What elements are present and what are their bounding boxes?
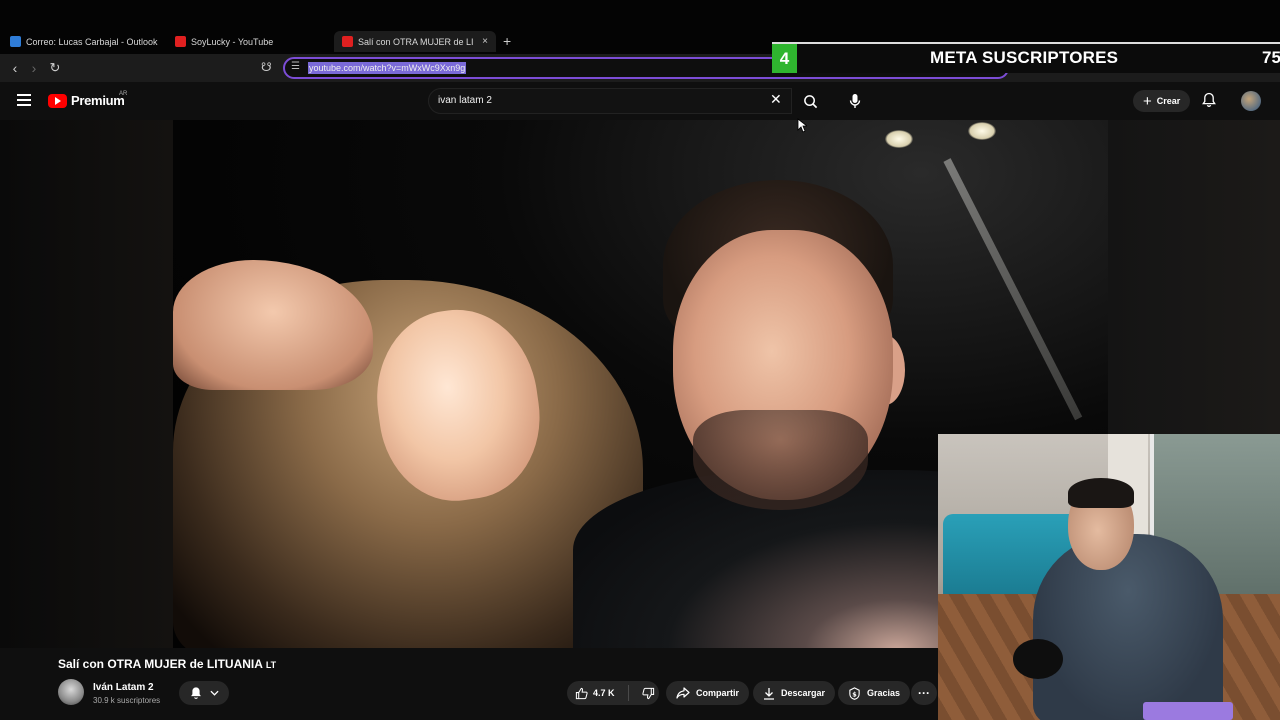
- thanks-button[interactable]: $ Gracias: [838, 681, 911, 705]
- goal-number: 4: [772, 44, 797, 73]
- youtube-icon: [175, 36, 186, 47]
- channel-avatar[interactable]: [58, 679, 84, 705]
- tab-soylucky[interactable]: SoyLucky - YouTube: [175, 31, 335, 52]
- svg-text:$: $: [852, 690, 857, 698]
- close-tab-icon[interactable]: ×: [482, 36, 488, 47]
- share-label: Compartir: [696, 688, 740, 698]
- tab-label: Salí con OTRA MUJER de LITUAN: [358, 36, 474, 47]
- webcam-streamer-body: [1033, 534, 1223, 720]
- clear-search-icon[interactable]: ✕: [770, 91, 782, 108]
- share-button[interactable]: Compartir: [666, 681, 750, 705]
- tab-label: SoyLucky - YouTube: [191, 36, 274, 47]
- super-thanks-icon: $: [849, 686, 860, 700]
- webcam-microphone: [1013, 639, 1063, 679]
- subscription-button[interactable]: [179, 681, 229, 705]
- thumbs-up-icon: [575, 687, 588, 699]
- download-icon: [764, 687, 774, 700]
- thanks-label: Gracias: [867, 688, 901, 698]
- search-query[interactable]: ivan latam 2: [438, 95, 492, 106]
- tab-label: Correo: Lucas Carbajal - Outlook: [26, 36, 158, 47]
- forward-icon[interactable]: ›: [26, 60, 42, 76]
- youtube-icon: [342, 36, 353, 47]
- subscriber-goal-overlay: 4 META SUSCRIPTORES 75: [772, 42, 1280, 73]
- country-flag: LT: [265, 660, 277, 670]
- create-label: Crear: [1156, 96, 1181, 106]
- plus-icon: +: [1143, 92, 1152, 110]
- logo-text: Premium: [71, 93, 125, 108]
- like-button[interactable]: 4.7 K: [567, 685, 629, 701]
- url-text[interactable]: youtube.com/watch?v=mWxWc9Xxn9g: [308, 62, 467, 74]
- account-avatar[interactable]: [1241, 91, 1261, 111]
- thumbs-down-icon: [642, 687, 655, 699]
- channel-name[interactable]: Iván Latam 2: [93, 682, 154, 693]
- download-button[interactable]: Descargar: [753, 681, 836, 705]
- reload-icon[interactable]: ↻: [47, 60, 63, 76]
- goal-count: 75: [1262, 48, 1280, 67]
- light-pole: [943, 158, 1083, 421]
- subscriber-count: 30.9 k suscriptores: [93, 696, 161, 705]
- street-light: [968, 122, 996, 140]
- download-label: Descargar: [781, 688, 826, 698]
- search-icon: [803, 94, 817, 108]
- share-icon: [676, 687, 690, 699]
- chevron-down-icon: [209, 690, 219, 696]
- menu-icon[interactable]: [17, 94, 31, 106]
- search-button[interactable]: [792, 88, 828, 114]
- voice-search-button[interactable]: [840, 86, 870, 116]
- ambient-glow-right: [1108, 120, 1280, 434]
- youtube-play-icon: [48, 93, 67, 108]
- goal-title: META SUSCRIPTORES: [930, 48, 1119, 67]
- more-actions-button[interactable]: ···: [911, 681, 937, 705]
- back-icon[interactable]: ‹: [7, 60, 23, 76]
- ambient-glow-left: [0, 120, 173, 648]
- tab-active-video[interactable]: Salí con OTRA MUJER de LITUAN ×: [334, 31, 496, 52]
- video-info: Salí con OTRA MUJER de LITUANIA LT Iván …: [0, 648, 938, 720]
- outlook-icon: [10, 36, 21, 47]
- like-dislike-group: 4.7 K: [567, 681, 659, 705]
- create-button[interactable]: + Crear: [1133, 90, 1191, 112]
- bookmark-icon[interactable]: ☋: [261, 60, 272, 74]
- tab-outlook[interactable]: Correo: Lucas Carbajal - Outlook: [10, 31, 170, 52]
- site-info-icon[interactable]: ☰: [291, 61, 300, 72]
- webcam-keyboard: [1143, 702, 1233, 720]
- street-light: [885, 130, 913, 148]
- video-title-text: Salí con OTRA MUJER de LITUANIA: [58, 657, 263, 671]
- like-count: 4.7 K: [593, 688, 615, 698]
- webcam-streamer-hair: [1068, 478, 1134, 508]
- new-tab-button[interactable]: +: [503, 33, 511, 49]
- man-beard: [693, 410, 868, 510]
- notifications-button[interactable]: [1202, 92, 1216, 108]
- dislike-button[interactable]: [635, 687, 655, 700]
- bell-icon: [1202, 92, 1216, 107]
- streamer-webcam: [938, 434, 1280, 720]
- youtube-logo[interactable]: Premium: [48, 93, 125, 108]
- youtube-header: Premium AR ivan latam 2 ✕ + Crear: [0, 82, 1280, 120]
- search-input[interactable]: ivan latam 2: [428, 88, 792, 114]
- woman-shoulder: [173, 260, 373, 390]
- bell-icon: [190, 687, 201, 699]
- region-code: AR: [119, 91, 128, 97]
- mouse-cursor-icon: [797, 118, 807, 133]
- video-title: Salí con OTRA MUJER de LITUANIA LT: [58, 657, 276, 671]
- microphone-icon: [849, 94, 861, 108]
